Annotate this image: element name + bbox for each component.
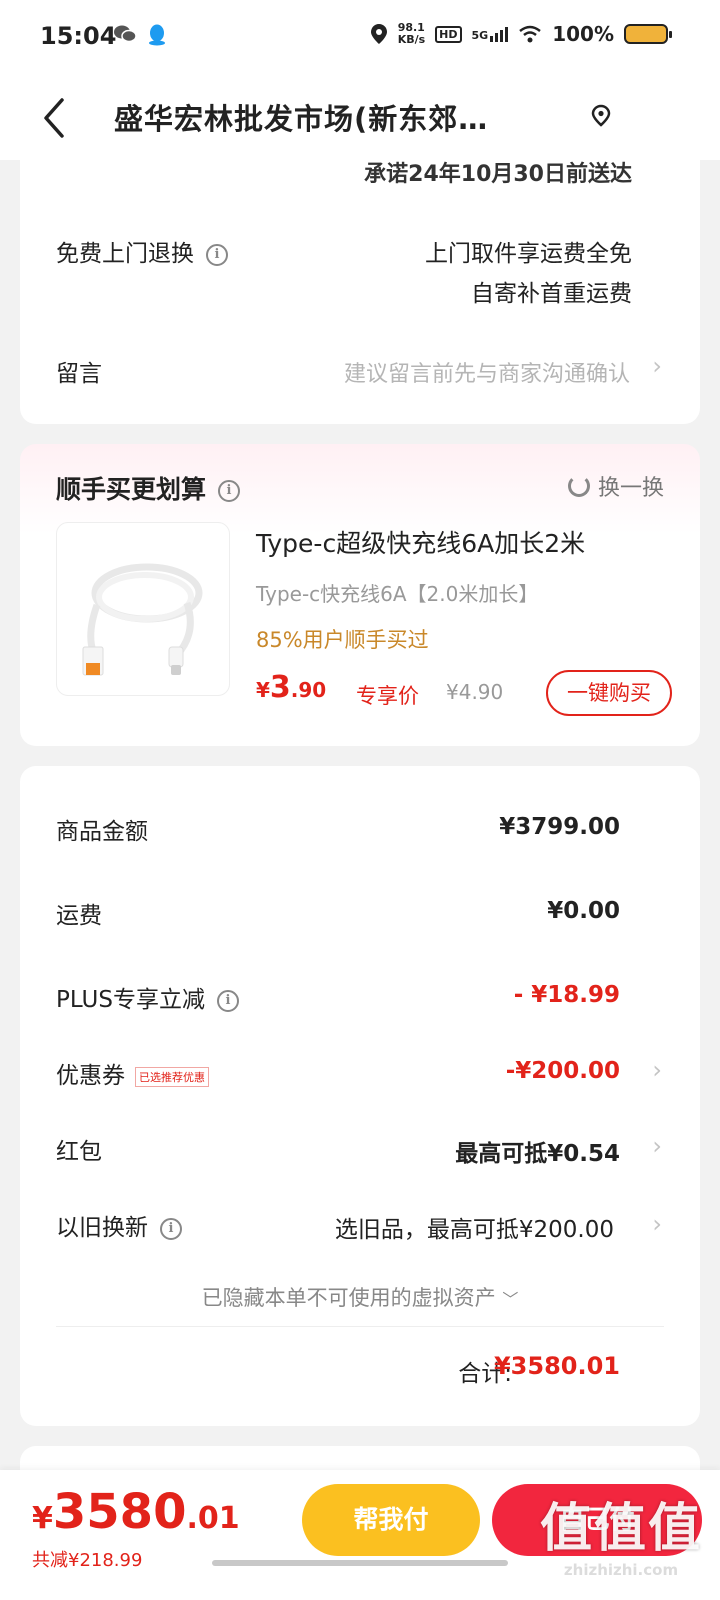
- signal-5g-icon: 5G: [471, 26, 509, 42]
- signal-label: 5G: [471, 28, 489, 42]
- delivery-promise: 承诺24年10月30日前送达: [364, 162, 632, 187]
- plus-discount-label: PLUS专享立减: [56, 987, 205, 1013]
- wechat-icon: [114, 25, 136, 43]
- message-label: 留言: [56, 361, 102, 387]
- chevron-right-icon: ›: [652, 352, 662, 380]
- status-bar: 15:04 98.1 KB/s HD 5G 100%: [0, 0, 720, 76]
- page-header: 盛华宏林批发市场(新东郊…: [0, 76, 720, 160]
- goods-amount-value: ¥3799.00: [499, 814, 620, 840]
- fee-breakdown-card: 商品金额 ¥3799.00 运费 ¥0.00 PLUS专享立减 i - ¥18.9…: [20, 766, 700, 1426]
- status-time: 15:04: [40, 22, 117, 50]
- wifi-icon: [519, 25, 541, 43]
- net-speed-unit: KB/s: [397, 33, 426, 46]
- swap-button[interactable]: 换一换: [567, 470, 664, 502]
- info-icon[interactable]: i: [218, 480, 241, 502]
- chevron-down-icon: ﹀: [502, 1290, 519, 1309]
- qq-icon: [149, 24, 165, 46]
- watermark: 值值值 zhizhizhi.com: [540, 1486, 702, 1579]
- notification-icons: [114, 24, 166, 46]
- store-location-button[interactable]: [586, 98, 616, 134]
- goods-amount-label: 商品金额: [56, 819, 148, 845]
- help-me-pay-button[interactable]: 帮我付: [302, 1484, 480, 1556]
- plus-discount-row: PLUS专享立减 i: [56, 980, 239, 1014]
- message-input[interactable]: 建议留言前先与商家沟通确认: [344, 356, 630, 388]
- page-title: 盛华宏林批发市场(新东郊…: [114, 102, 489, 136]
- return-line-2: 自寄补首重运费: [471, 281, 632, 307]
- chevron-right-icon: ›: [652, 1132, 662, 1160]
- return-line-1: 上门取件享运费全免: [425, 241, 632, 267]
- plus-discount-value: - ¥18.99: [513, 982, 620, 1008]
- red-packet-value[interactable]: 最高可抵¥0.54: [455, 1134, 620, 1168]
- trade-in-row: 以旧换新 i: [56, 1208, 182, 1242]
- status-right: 98.1 KB/s HD 5G 100%: [370, 22, 672, 46]
- home-indicator[interactable]: [212, 1560, 508, 1566]
- free-return-label: 免费上门退换: [56, 241, 194, 267]
- free-return-row: 免费上门退换 i: [56, 234, 228, 268]
- product-image[interactable]: [56, 522, 230, 696]
- coupon-value[interactable]: -¥200.00: [506, 1058, 620, 1084]
- chevron-right-icon: ›: [652, 1210, 662, 1238]
- total-value: ¥3580.01: [493, 1352, 620, 1380]
- trade-in-value[interactable]: 选旧品，最高可抵¥200.00: [335, 1210, 614, 1244]
- checkout-decimal: .01: [186, 1501, 240, 1536]
- product-price: ¥3.90: [256, 670, 326, 705]
- coupon-row[interactable]: 优惠券 已选推荐优惠: [56, 1056, 209, 1090]
- refresh-icon: [567, 475, 590, 497]
- total-saved: 共减¥218.99: [32, 1550, 143, 1571]
- price-currency: ¥: [256, 678, 270, 702]
- trade-in-label: 以旧换新: [56, 1215, 148, 1241]
- hidden-assets-label: 已隐藏本单不可使用的虚拟资产: [201, 1286, 496, 1310]
- original-price: ¥4.90: [446, 680, 504, 704]
- social-proof: 85%用户顺手买过: [256, 628, 429, 652]
- coupon-label: 优惠券: [56, 1063, 125, 1089]
- watermark-logo: 值值值: [540, 1499, 703, 1559]
- location-icon: [370, 24, 387, 44]
- product-spec: Type-c快充线6A【2.0米加长】: [256, 582, 539, 606]
- product-name[interactable]: Type-c超级快充线6A加长2米: [256, 524, 585, 560]
- swap-label: 换一换: [597, 476, 664, 501]
- shipping-label: 运费: [56, 903, 102, 929]
- upsell-title-row: 顺手买更划算 i: [56, 470, 241, 506]
- upsell-card: 顺手买更划算 i 换一换 Type-c超级快充线6A加长2米 Type-c快充线6…: [20, 444, 700, 746]
- one-click-buy-button[interactable]: 一键购买: [546, 670, 672, 716]
- upsell-title: 顺手买更划算: [56, 475, 207, 504]
- back-arrow-icon: [44, 98, 64, 138]
- info-icon[interactable]: i: [216, 989, 239, 1012]
- usb-cable-image: [82, 563, 203, 676]
- price-integer: 3: [269, 670, 291, 705]
- info-icon[interactable]: i: [206, 243, 228, 266]
- divider: [56, 1326, 664, 1327]
- back-button[interactable]: [40, 90, 80, 146]
- hd-badge: HD: [435, 25, 462, 43]
- checkout-currency: ¥: [32, 1501, 53, 1536]
- coupon-tag: 已选推荐优惠: [135, 1066, 209, 1087]
- watermark-url: zhizhizhi.com: [563, 1561, 679, 1579]
- location-pin-icon: [591, 104, 611, 127]
- info-icon[interactable]: i: [160, 1217, 182, 1240]
- red-packet-label: 红包: [56, 1139, 102, 1165]
- price-decimal: .90: [290, 678, 327, 702]
- shipping-value: ¥0.00: [547, 898, 620, 924]
- net-speed: 98.1 KB/s: [398, 22, 425, 46]
- chevron-right-icon: ›: [652, 1056, 662, 1084]
- checkout-integer: 3580: [52, 1484, 187, 1540]
- checkout-total: ¥3580.01: [32, 1484, 240, 1540]
- return-policy: 上门取件享运费全免 自寄补首重运费: [425, 234, 632, 314]
- hidden-assets-toggle[interactable]: 已隐藏本单不可使用的虚拟资产 ﹀: [20, 1282, 700, 1312]
- battery-icon: [624, 24, 672, 44]
- battery-percent: 100%: [552, 22, 614, 46]
- exclusive-price-tag: 专享价: [356, 684, 419, 708]
- order-info-card: 承诺24年10月30日前送达 免费上门退换 i 上门取件享运费全免 自寄补首重运费…: [20, 150, 700, 424]
